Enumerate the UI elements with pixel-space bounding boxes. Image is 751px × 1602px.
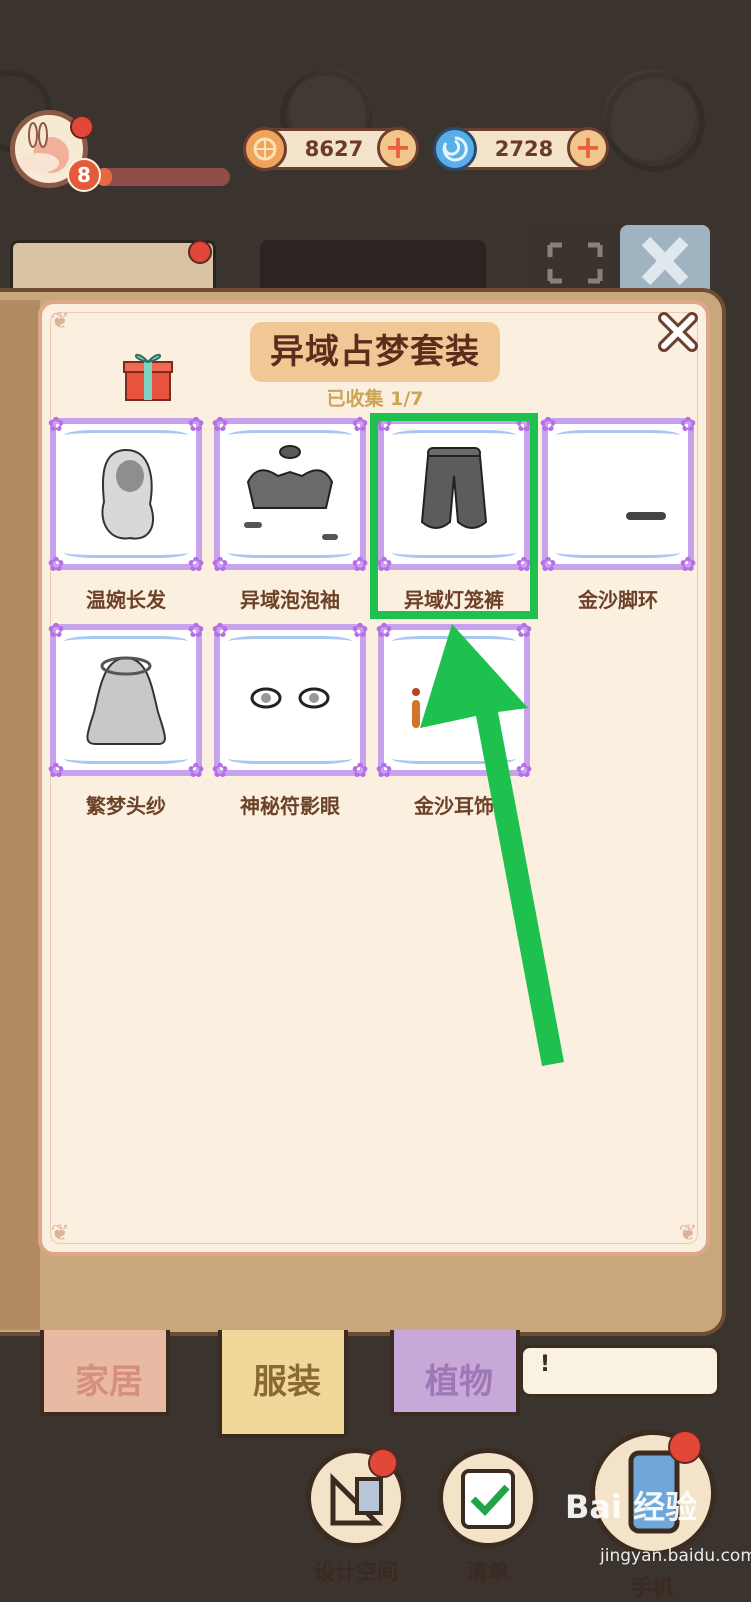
design-space-label: 设计空间 (314, 1560, 398, 1584)
close-icon (658, 312, 698, 352)
checklist-button[interactable] (438, 1448, 538, 1548)
phone-notification-dot (668, 1430, 702, 1464)
design-space-notification-dot (368, 1448, 398, 1478)
background-close-icon (620, 225, 710, 297)
avatar-notification-dot (70, 115, 94, 139)
coin-counter: 8627 + (243, 127, 419, 171)
item-card[interactable]: ✿ ✿ ✿ ✿ (48, 620, 205, 780)
item-card[interactable]: ✿ ✿ ✿ ✿ (540, 414, 697, 574)
corner-ornament-icon: ❦ (50, 309, 70, 334)
item-card[interactable]: ✿ ✿ ✿ ✿ (48, 414, 205, 574)
coin-amount: 8627 (304, 137, 364, 161)
anklet-icon (626, 512, 666, 520)
collection-progress: 已收集 1/7 (326, 388, 424, 410)
fullscreen-icon[interactable] (530, 225, 620, 297)
gift-box-icon[interactable] (122, 346, 174, 404)
watermark-logo: Bai 经验 (565, 1488, 698, 1526)
experience-bar (96, 168, 230, 186)
item-label: 温婉长发 (86, 588, 166, 612)
corner-ornament-icon: ❦ (50, 1221, 70, 1246)
gem-amount: 2728 (494, 137, 554, 161)
tab-notification-dot (188, 240, 212, 264)
long-hair-icon (101, 448, 155, 540)
tab-home-label: 家居 (75, 1362, 143, 1402)
checklist-icon (461, 1469, 515, 1529)
item-card[interactable]: ✿ ✿ ✿ ✿ (212, 620, 369, 780)
tab-clothing[interactable]: 服装 (218, 1330, 348, 1438)
checklist-label: 清单 (467, 1560, 509, 1584)
tab-home[interactable]: 家居 (40, 1330, 170, 1416)
puff-sleeves-icon (244, 445, 338, 540)
level-badge: 8 (67, 158, 101, 192)
mystic-eyes-icon (250, 687, 330, 709)
corner-ornament-icon: ❦ (678, 1221, 698, 1246)
green-arrow-annotation (420, 624, 564, 1066)
close-button[interactable] (656, 310, 700, 354)
speech-bubble-text: ! (540, 1352, 551, 1377)
book-spine (0, 300, 40, 1330)
background-sun-ornament (605, 72, 705, 172)
add-coins-button[interactable]: + (377, 127, 419, 169)
veil-icon (86, 656, 166, 745)
panel-title: 异域占梦套装 (270, 332, 480, 372)
add-gems-button[interactable]: + (567, 127, 609, 169)
tab-clothing-label: 服装 (253, 1362, 321, 1402)
item-card[interactable]: ✿ ✿ ✿ ✿ (212, 414, 369, 574)
phone-label: 手机 (631, 1576, 673, 1600)
tab-plants[interactable]: 植物 (390, 1330, 520, 1416)
tab-plants-label: 植物 (425, 1362, 493, 1402)
blue-swirl-gem-icon (433, 127, 477, 171)
item-label: 繁梦头纱 (86, 794, 166, 818)
copper-coin-icon (243, 127, 287, 171)
item-label: 金沙脚环 (578, 588, 658, 612)
item-label: 异域泡泡袖 (240, 588, 340, 612)
item-label: 神秘符影眼 (240, 794, 340, 818)
watermark-url: jingyan.baidu.com (600, 1546, 751, 1566)
gem-counter: 2728 + (433, 127, 609, 171)
highlight-box (370, 413, 538, 619)
